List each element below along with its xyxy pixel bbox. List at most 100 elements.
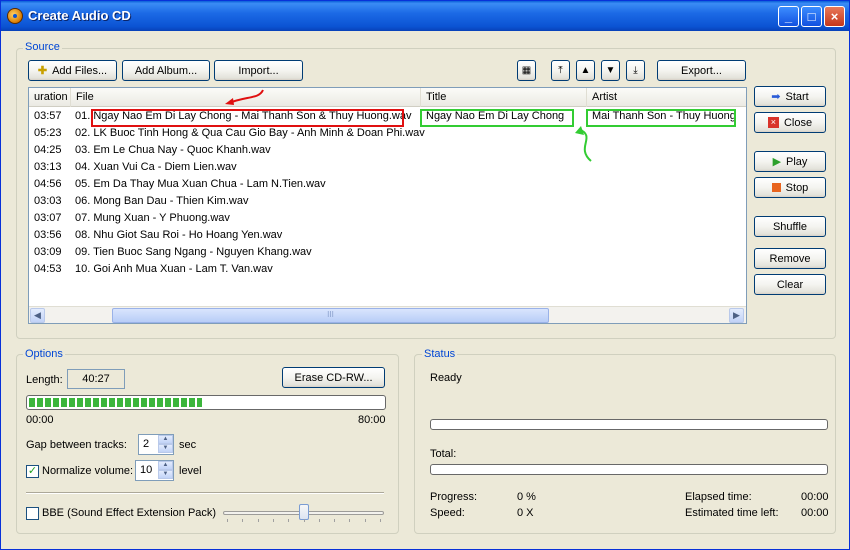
red-arrow-icon	[225, 89, 264, 105]
track-file: 08. Nhu Giot Sau Roi - Ho Hoang Yen.wav	[75, 229, 283, 241]
table-row[interactable]: 04:56 05. Em Da Thay Mua Xuan Chua - Lam…	[29, 176, 746, 193]
spin-up-icon[interactable]: ▲	[158, 435, 173, 444]
options-divider	[26, 492, 384, 494]
import-button[interactable]: Import...	[214, 60, 303, 81]
close-icon: ×	[767, 117, 779, 128]
track-file: 03. Em Le Chua Nay - Quoc Khanh.wav	[75, 144, 271, 156]
table-row[interactable]: 04:53 10. Goi Anh Mua Xuan - Lam T. Van.…	[29, 261, 746, 278]
length-progress-fill	[29, 398, 202, 407]
add-album-button[interactable]: Add Album...	[122, 60, 210, 81]
erase-cd-rw-button[interactable]: Erase CD-RW...	[282, 367, 385, 388]
export-label: Export...	[681, 64, 722, 77]
bbe-slider-thumb[interactable]	[299, 504, 309, 520]
track-list-header: uration File Title Artist	[29, 88, 746, 107]
start-button[interactable]: ➡ Start	[754, 86, 826, 107]
table-row[interactable]: 03:03 06. Mong Ban Dau - Thien Kim.wav	[29, 193, 746, 210]
gap-value: 2	[143, 438, 150, 450]
remove-button[interactable]: Remove	[754, 248, 826, 269]
file-highlight-box	[91, 109, 404, 127]
track-duration: 04:53	[34, 263, 62, 275]
spin-down-icon[interactable]: ▼	[158, 444, 173, 453]
close-window-button[interactable]: ×	[824, 6, 845, 27]
slider-tick	[258, 519, 259, 522]
normalize-value: 10	[140, 464, 153, 476]
gap-unit: sec	[179, 439, 197, 451]
move-bottom-icon[interactable]: ⤓	[626, 60, 645, 81]
normalize-checkbox[interactable]: ✓	[26, 465, 39, 478]
column-title[interactable]: Title	[421, 88, 587, 107]
options-group-label: Options	[23, 348, 65, 360]
move-top-icon[interactable]: ⤒	[551, 60, 570, 81]
track-duration: 03:13	[34, 161, 62, 173]
play-button[interactable]: ▶ Play	[754, 151, 826, 172]
elapsed-value: 00:00	[801, 491, 829, 503]
table-row[interactable]: 03:09 09. Tien Buoc Sang Ngang - Nguyen …	[29, 244, 746, 261]
gap-stepper[interactable]: 2 ▲ ▼	[138, 434, 174, 455]
slider-tick	[349, 519, 350, 522]
bbe-checkbox[interactable]	[26, 507, 39, 520]
table-row[interactable]: 03:13 04. Xuan Vui Ca - Diem Lien.wav	[29, 159, 746, 176]
move-up-icon[interactable]: ▲	[576, 60, 595, 81]
slider-tick	[227, 519, 228, 522]
title-highlight-box	[420, 109, 574, 127]
add-icon: ✚	[37, 65, 48, 77]
close-button[interactable]: × Close	[754, 112, 826, 133]
spin-down-icon[interactable]: ▼	[158, 470, 173, 479]
status-state: Ready	[430, 372, 462, 384]
stop-label: Stop	[785, 181, 809, 194]
slider-tick	[334, 519, 335, 522]
total-progress-bar	[430, 464, 828, 475]
track-file: 10. Goi Anh Mua Xuan - Lam T. Van.wav	[75, 263, 273, 275]
track-duration: 05:23	[34, 127, 62, 139]
stop-button[interactable]: Stop	[754, 177, 826, 198]
time-end: 80:00	[358, 414, 386, 426]
speed-value: 0 X	[517, 507, 534, 519]
window-title: Create Audio CD	[28, 8, 131, 23]
status-group-label: Status	[422, 348, 458, 360]
scroll-right-icon[interactable]: ▶	[729, 308, 744, 323]
track-file: 04. Xuan Vui Ca - Diem Lien.wav	[75, 161, 237, 173]
green-arrow-icon	[575, 126, 592, 162]
cd-app-icon	[7, 8, 23, 24]
track-duration: 03:09	[34, 246, 62, 258]
scroll-thumb[interactable]: III	[112, 308, 549, 323]
time-start: 00:00	[26, 414, 54, 426]
table-row[interactable]: 04:25 03. Em Le Chua Nay - Quoc Khanh.wa…	[29, 142, 746, 159]
column-duration[interactable]: uration	[29, 88, 71, 107]
column-artist[interactable]: Artist	[587, 88, 746, 107]
export-button[interactable]: Export...	[657, 60, 746, 81]
elapsed-label: Elapsed time:	[685, 491, 752, 503]
scroll-left-icon[interactable]: ◀	[30, 308, 45, 323]
add-files-button[interactable]: ✚ Add Files...	[28, 60, 117, 81]
track-file: 07. Mung Xuan - Y Phuong.wav	[75, 212, 230, 224]
track-file: 09. Tien Buoc Sang Ngang - Nguyen Khang.…	[75, 246, 312, 258]
speed-label: Speed:	[430, 507, 465, 519]
clear-button[interactable]: Clear	[754, 274, 826, 295]
track-duration: 03:56	[34, 229, 62, 241]
arrow-right-icon: ➡	[771, 91, 781, 103]
slider-tick	[380, 519, 381, 522]
track-list[interactable]: uration File Title Artist 03:57 01. Ngay…	[28, 87, 747, 324]
minimize-button[interactable]: _	[778, 6, 799, 27]
shuffle-button[interactable]: Shuffle	[754, 216, 826, 237]
move-down-icon[interactable]: ▼	[601, 60, 620, 81]
table-row[interactable]: 03:56 08. Nhu Giot Sau Roi - Ho Hoang Ye…	[29, 227, 746, 244]
progress-label: Progress:	[430, 491, 478, 503]
remove-label: Remove	[769, 252, 811, 265]
maximize-button[interactable]: □	[801, 6, 822, 27]
length-progress-bar	[26, 395, 386, 410]
play-icon: ▶	[772, 156, 782, 168]
add-album-label: Add Album...	[134, 64, 198, 77]
table-row[interactable]: 05:23 02. LK Buoc Tinh Hong & Qua Cau Gi…	[29, 125, 746, 142]
gap-label: Gap between tracks:	[26, 439, 127, 451]
estimated-label: Estimated time left:	[685, 507, 779, 519]
normalize-stepper[interactable]: 10 ▲ ▼	[135, 460, 174, 481]
title-bar[interactable]: Create Audio CD _ □ ×	[1, 1, 849, 31]
properties-icon[interactable]: ▦	[517, 60, 536, 81]
spin-up-icon[interactable]: ▲	[158, 461, 173, 470]
slider-tick	[304, 519, 305, 522]
clear-label: Clear	[776, 278, 804, 291]
horizontal-scrollbar[interactable]: ◀ III ▶	[29, 306, 746, 323]
erase-cd-rw-label: Erase CD-RW...	[294, 371, 373, 384]
table-row[interactable]: 03:07 07. Mung Xuan - Y Phuong.wav	[29, 210, 746, 227]
